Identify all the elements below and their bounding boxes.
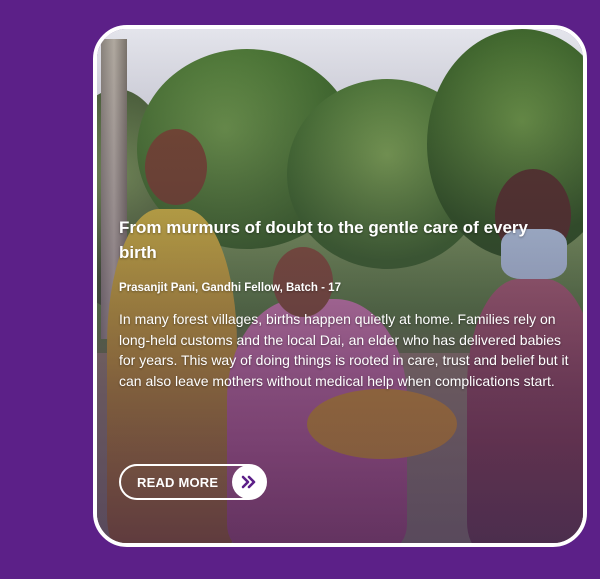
story-card: From murmurs of doubt to the gentle care… <box>93 25 587 547</box>
story-excerpt: In many forest villages, births happen q… <box>119 311 569 389</box>
read-more-button[interactable]: READ MORE <box>119 464 267 500</box>
story-title: From murmurs of doubt to the gentle care… <box>119 218 529 262</box>
page: From murmurs of doubt to the gentle care… <box>0 0 600 579</box>
double-chevron-right-icon <box>232 465 266 499</box>
story-byline: Prasanjit Pani, Gandhi Fellow, Batch - 1… <box>119 282 341 294</box>
story-content: From murmurs of doubt to the gentle care… <box>119 215 569 391</box>
read-more-label: READ MORE <box>137 474 219 490</box>
